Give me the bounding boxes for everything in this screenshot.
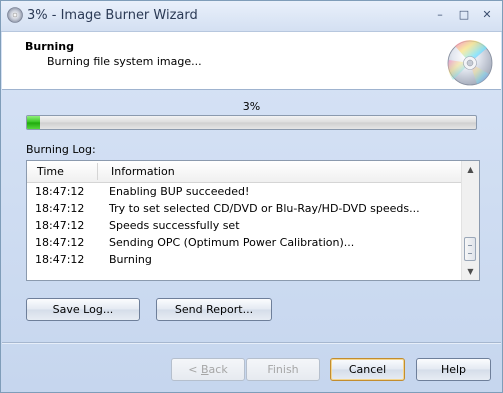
maximize-button[interactable]: □ bbox=[457, 9, 471, 21]
window-title: 3% - Image Burner Wizard bbox=[27, 8, 198, 23]
burn-progress-bar bbox=[26, 115, 477, 130]
column-separator[interactable] bbox=[97, 163, 98, 180]
log-row[interactable]: 18:47:12 Speeds successfully set bbox=[27, 217, 461, 234]
log-row[interactable]: 18:47:12 Burning bbox=[27, 251, 461, 268]
help-button[interactable]: Help bbox=[416, 358, 491, 381]
back-button[interactable]: < Back bbox=[171, 358, 245, 381]
disc-icon bbox=[7, 7, 23, 23]
log-time: 18:47:12 bbox=[35, 236, 85, 249]
column-header-information[interactable]: Information bbox=[111, 165, 175, 178]
log-scrollbar[interactable]: ▲ ▼ bbox=[461, 161, 479, 280]
log-time: 18:47:12 bbox=[35, 185, 85, 198]
scroll-up-arrow-icon[interactable]: ▲ bbox=[462, 161, 479, 178]
burning-log-list[interactable]: Time Information 18:47:12 Enabling BUP s… bbox=[26, 160, 480, 281]
log-row[interactable]: 18:47:12 Try to set selected CD/DVD or B… bbox=[27, 200, 461, 217]
back-button-prefix: < bbox=[188, 363, 201, 376]
log-time: 18:47:12 bbox=[35, 253, 85, 266]
step-title: Burning bbox=[25, 40, 74, 53]
footer-divider bbox=[2, 342, 501, 343]
back-button-suffix: ack bbox=[208, 363, 228, 376]
log-time: 18:47:12 bbox=[35, 219, 85, 232]
column-header-time[interactable]: Time bbox=[37, 165, 64, 178]
log-time: 18:47:12 bbox=[35, 202, 85, 215]
wizard-window: 3% - Image Burner Wizard – □ ✕ Burning B… bbox=[0, 0, 503, 393]
progress-fill bbox=[27, 116, 41, 129]
disc-icon bbox=[447, 40, 493, 86]
back-button-accelerator: B bbox=[201, 363, 209, 376]
log-info: Try to set selected CD/DVD or Blu-Ray/HD… bbox=[109, 202, 420, 215]
log-rows: 18:47:12 Enabling BUP succeeded! 18:47:1… bbox=[27, 183, 461, 268]
step-subtitle: Burning file system image... bbox=[47, 55, 202, 68]
scroll-down-arrow-icon[interactable]: ▼ bbox=[462, 263, 479, 280]
title-bar[interactable]: 3% - Image Burner Wizard – □ ✕ bbox=[1, 1, 502, 32]
scrollbar-thumb[interactable] bbox=[464, 237, 476, 261]
log-info: Speeds successfully set bbox=[109, 219, 240, 232]
cancel-button[interactable]: Cancel bbox=[330, 358, 405, 381]
log-header: Time Information bbox=[27, 161, 461, 183]
finish-button[interactable]: Finish bbox=[246, 358, 320, 381]
close-button[interactable]: ✕ bbox=[480, 9, 494, 21]
wizard-header: Burning Burning file system image... bbox=[2, 32, 501, 90]
save-log-button[interactable]: Save Log... bbox=[26, 298, 140, 321]
log-row[interactable]: 18:47:12 Sending OPC (Optimum Power Cali… bbox=[27, 234, 461, 251]
minimize-button[interactable]: – bbox=[433, 9, 447, 21]
log-row[interactable]: 18:47:12 Enabling BUP succeeded! bbox=[27, 183, 461, 200]
log-info: Burning bbox=[109, 253, 152, 266]
send-report-button[interactable]: Send Report... bbox=[156, 298, 272, 321]
log-info: Enabling BUP succeeded! bbox=[109, 185, 250, 198]
log-label: Burning Log: bbox=[26, 143, 96, 156]
progress-percent: 3% bbox=[242, 100, 261, 113]
log-info: Sending OPC (Optimum Power Calibration).… bbox=[109, 236, 355, 249]
